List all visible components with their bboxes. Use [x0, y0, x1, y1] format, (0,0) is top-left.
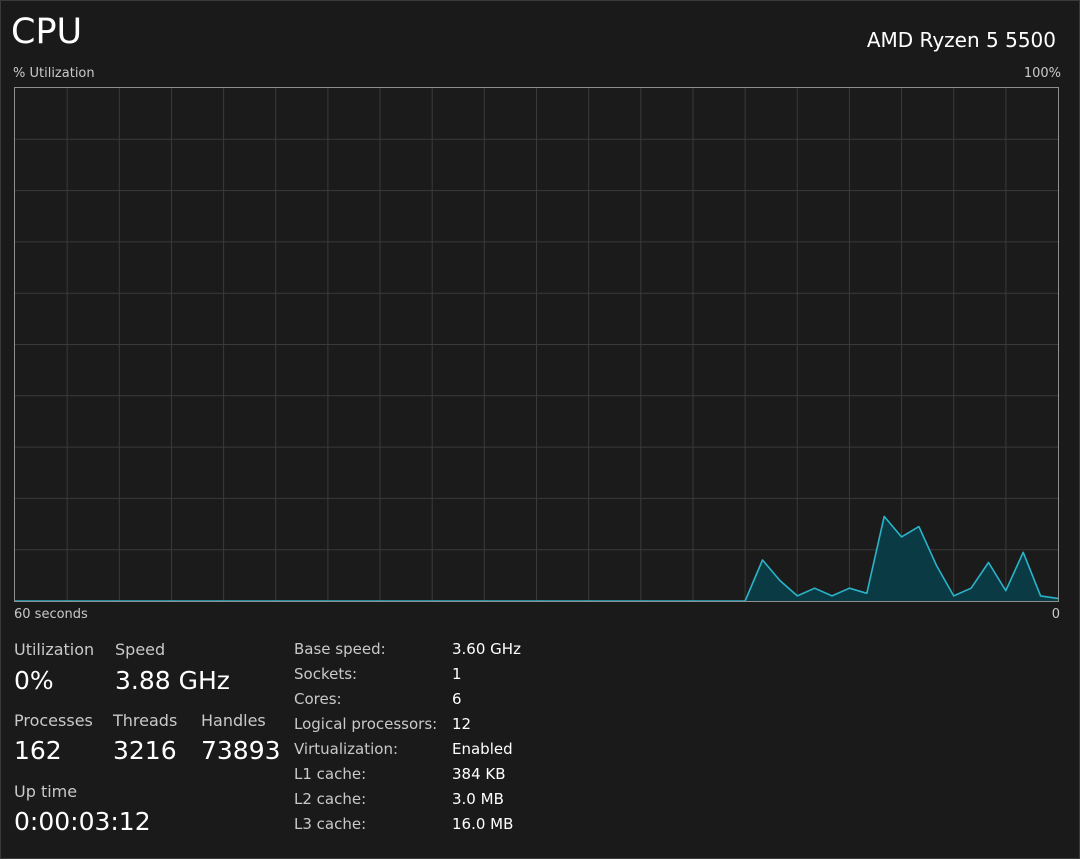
spec-label-sockets: Sockets: [294, 665, 358, 683]
spec-value-cores: 6 [452, 690, 462, 708]
cpu-utilization-graph [14, 87, 1059, 602]
utilization-value: 0% [14, 666, 54, 695]
spec-label-l3-cache: L3 cache: [294, 815, 367, 833]
processes-value: 162 [14, 736, 62, 765]
utilization-label: Utilization [14, 640, 95, 659]
spec-value-l2-cache: 3.0 MB [452, 790, 504, 808]
speed-label: Speed [115, 640, 166, 659]
spec-label-l1-cache: L1 cache: [294, 765, 367, 783]
spec-label-logical-processors: Logical processors: [294, 715, 438, 733]
threads-label: Threads [113, 711, 178, 730]
spec-value-logical-processors: 12 [452, 715, 472, 733]
handles-value: 73893 [201, 736, 281, 765]
handles-label: Handles [201, 711, 266, 730]
graph-y-max-label: 100% [1023, 66, 1061, 81]
graph-y-label: % Utilization [13, 66, 95, 81]
graph-x-left-label: 60 seconds [14, 607, 88, 622]
page-title: CPU [11, 12, 83, 52]
processor-name: AMD Ryzen 5 5500 [866, 28, 1056, 52]
graph-x-right-label: 0 [1051, 607, 1060, 622]
speed-value: 3.88 GHz [115, 666, 230, 695]
spec-value-virtualization: Enabled [452, 740, 513, 758]
processes-label: Processes [14, 711, 93, 730]
uptime-label: Up time [14, 782, 78, 801]
spec-value-l3-cache: 16.0 MB [452, 815, 514, 833]
spec-label-cores: Cores: [294, 690, 342, 708]
spec-value-base-speed: 3.60 GHz [452, 640, 521, 658]
threads-value: 3216 [113, 736, 177, 765]
spec-value-l1-cache: 384 KB [452, 765, 506, 783]
spec-label-base-speed: Base speed: [294, 640, 386, 658]
graph-canvas [15, 88, 1058, 601]
spec-label-l2-cache: L2 cache: [294, 790, 367, 808]
uptime-value: 0:00:03:12 [14, 807, 151, 836]
spec-label-virtualization: Virtualization: [294, 740, 399, 758]
spec-value-sockets: 1 [452, 665, 462, 683]
